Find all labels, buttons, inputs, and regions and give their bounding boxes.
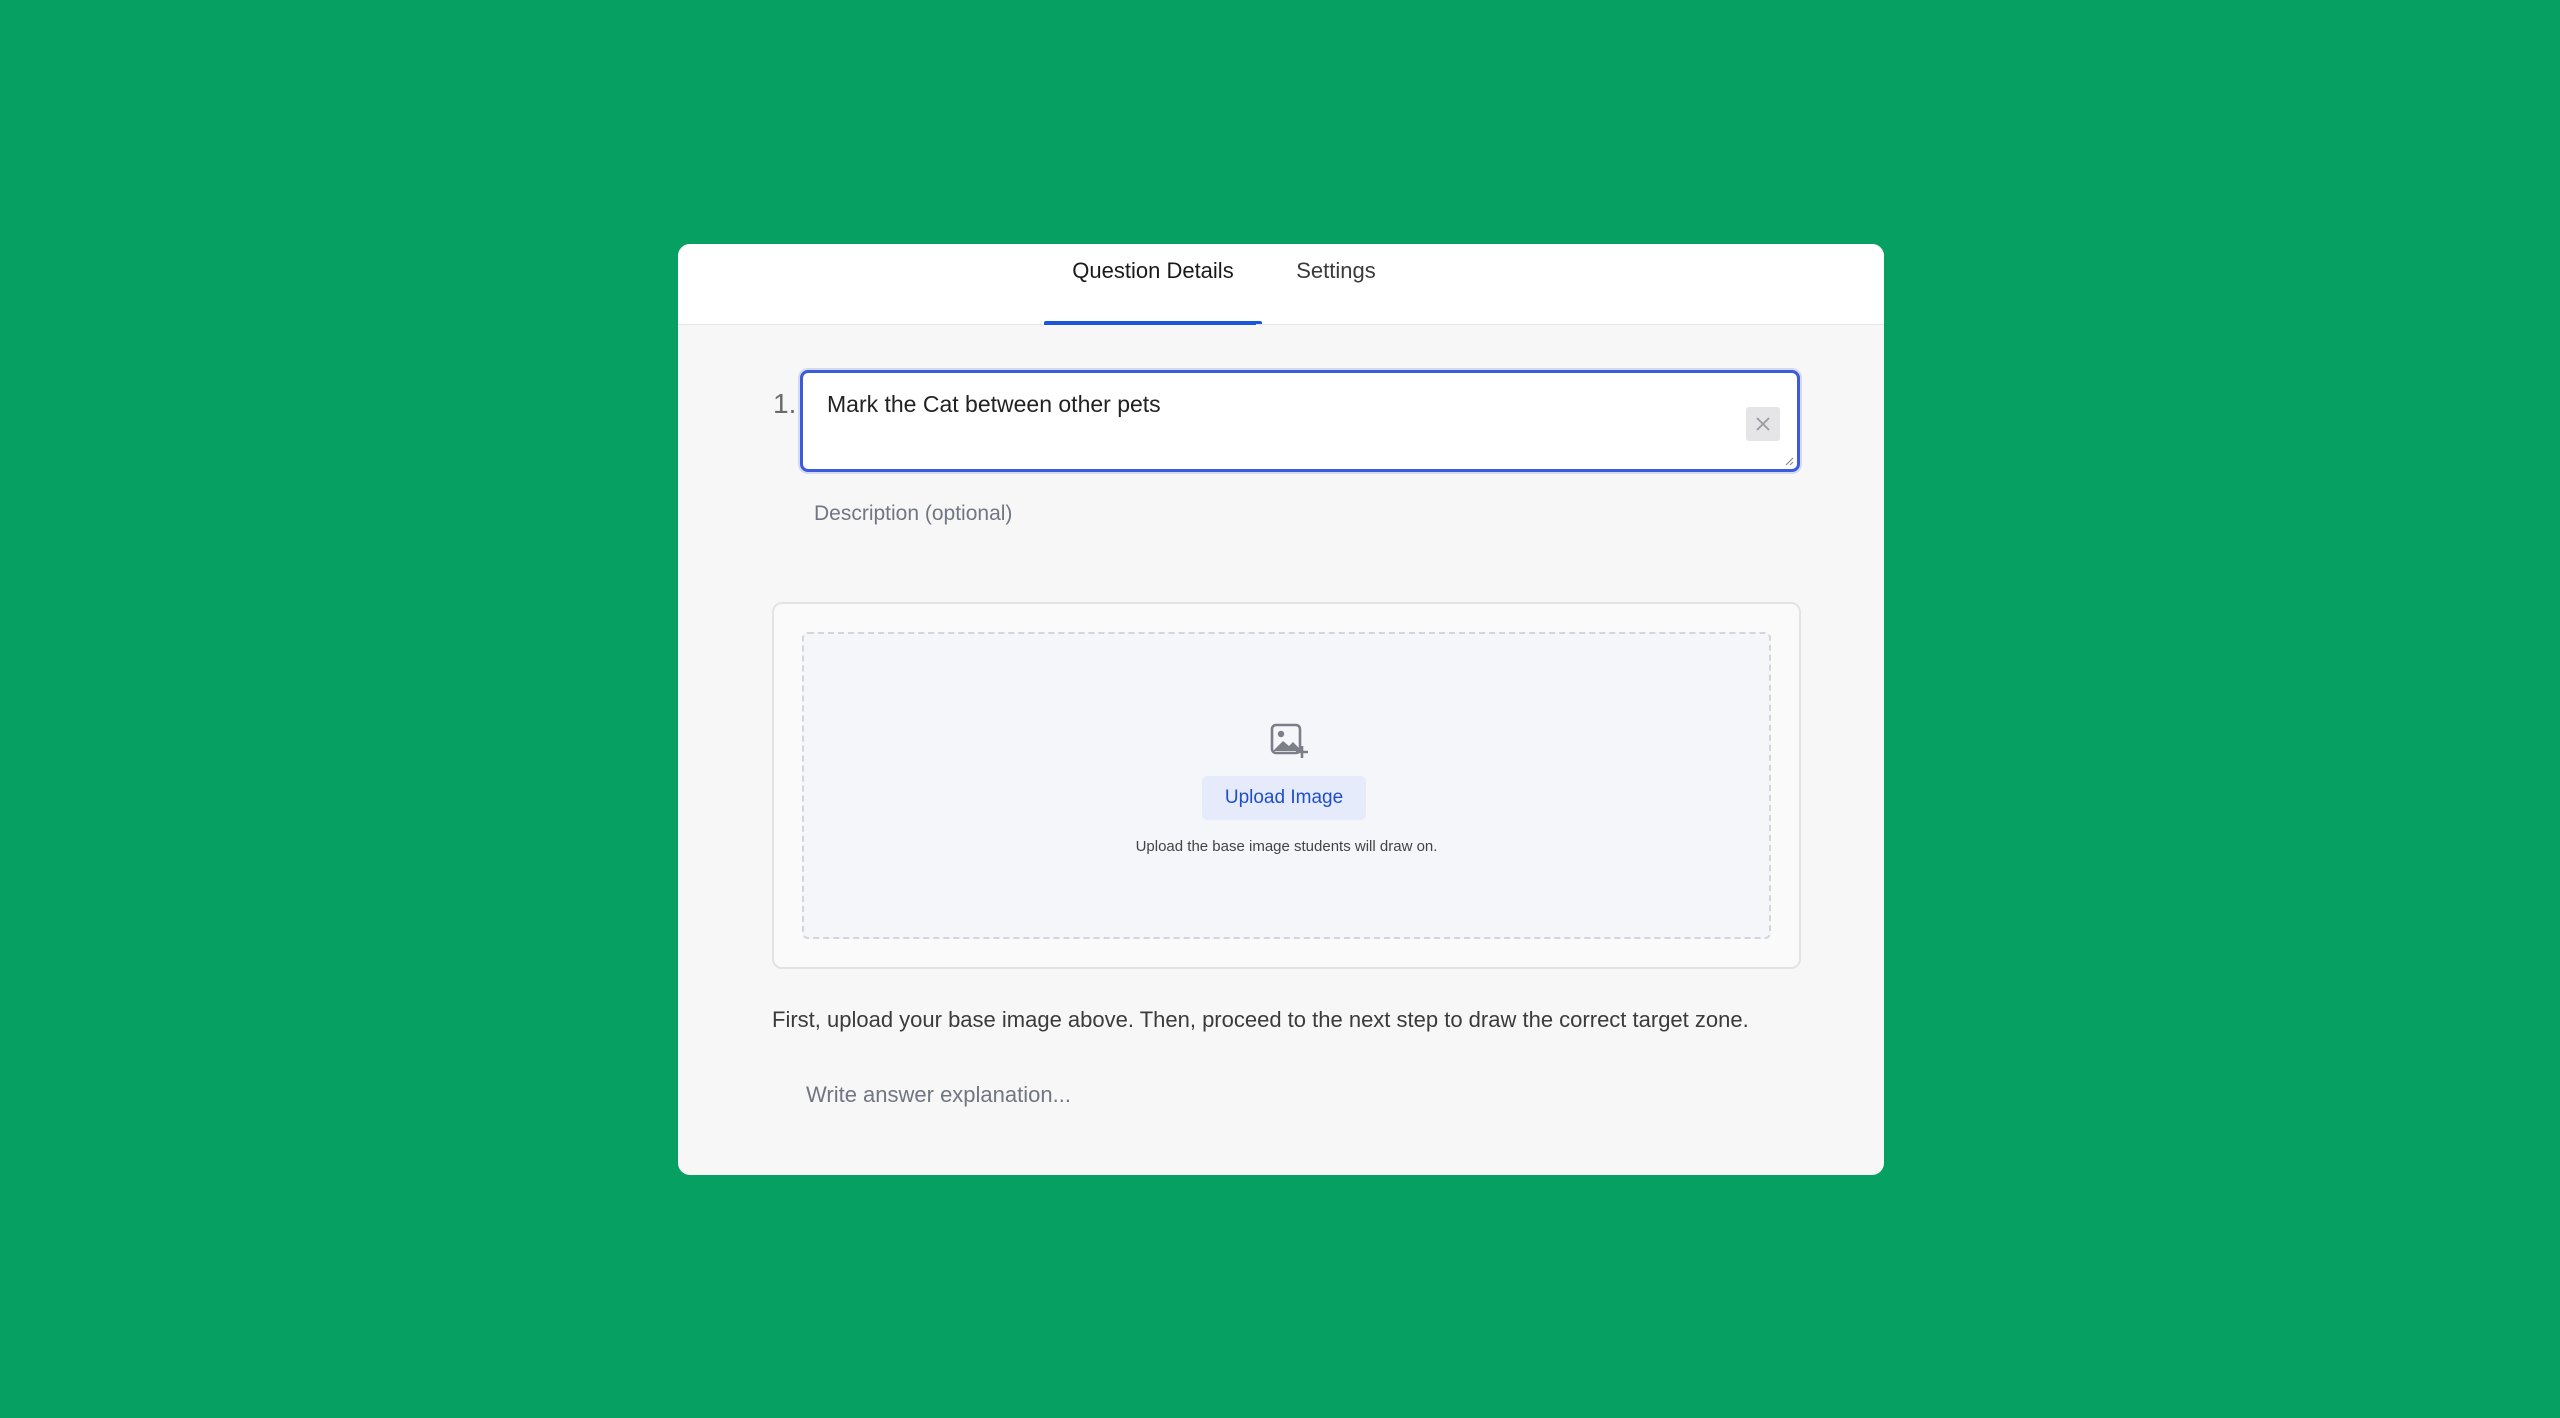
image-add-icon <box>1270 723 1308 758</box>
question-text: Mark the Cat between other pets <box>827 391 1161 417</box>
tab-settings[interactable]: Settings <box>1256 244 1416 325</box>
clear-question-button[interactable] <box>1746 407 1780 441</box>
upload-panel: Upload Image Upload the base image stude… <box>772 602 1801 969</box>
tab-question-details[interactable]: Question Details <box>1044 244 1262 325</box>
instruction-text: First, upload your base image above. The… <box>772 1007 1749 1032</box>
upload-hint: Upload the base image students will draw… <box>1135 838 1438 855</box>
description-field[interactable]: Description (optional) <box>814 502 1012 526</box>
question-number: 1. <box>773 388 797 419</box>
upload-image-button[interactable]: Upload Image <box>1202 776 1366 820</box>
question-text-input[interactable]: Mark the Cat between other pets <box>800 370 1800 472</box>
upload-dropzone[interactable]: Upload Image Upload the base image stude… <box>802 632 1771 939</box>
answer-explanation-input[interactable]: Write answer explanation... <box>806 1082 1071 1108</box>
tab-bar: Question Details Settings <box>678 244 1884 325</box>
resize-handle-icon[interactable] <box>1784 456 1794 466</box>
close-icon <box>1756 417 1770 431</box>
question-editor-card: Question Details Settings 1. Mark the Ca… <box>678 244 1884 1175</box>
